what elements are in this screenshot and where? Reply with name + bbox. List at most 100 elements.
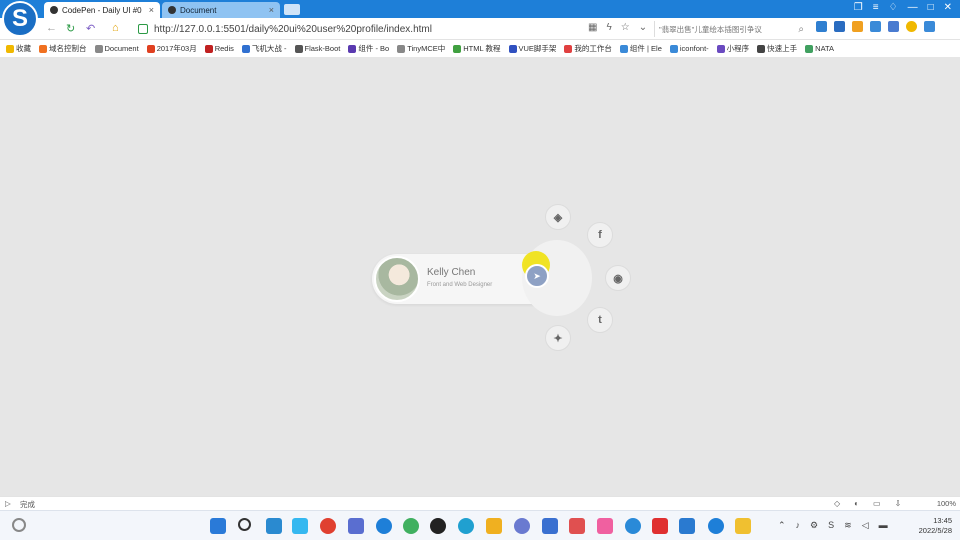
menu-icon[interactable]: ≡ — [873, 2, 879, 13]
download-icon[interactable]: ⇩ — [895, 499, 902, 508]
qq-icon[interactable] — [430, 518, 446, 534]
app-icon[interactable] — [569, 518, 585, 534]
app-icon[interactable] — [625, 518, 641, 534]
bookmark-item[interactable]: 组件 - Bo — [348, 43, 389, 54]
status-text: 完成 — [20, 500, 35, 509]
scissors-icon[interactable] — [834, 21, 845, 32]
browser-logo-icon[interactable]: S — [2, 1, 38, 37]
star-icon[interactable]: ☆ — [621, 22, 630, 33]
tab-bar: S CodePen - Daily UI #0 × Document × ❐ ≡… — [0, 0, 960, 37]
share-toggle-button[interactable]: ➤ — [525, 264, 549, 288]
ime-icon[interactable]: S — [828, 520, 834, 531]
codepen-link[interactable]: ◈ — [545, 204, 571, 230]
profile-name: Kelly Chen — [427, 267, 476, 278]
twitter-link[interactable]: ✦ — [545, 325, 571, 351]
media-icon[interactable] — [292, 518, 308, 534]
app-icon[interactable] — [486, 518, 502, 534]
status-bar: ▷ 完成 ◇ ◐ ▭ ⇩ 100% — [0, 496, 960, 510]
tumblr-link[interactable]: t — [587, 307, 613, 333]
sogou-browser-icon[interactable] — [376, 518, 392, 534]
bookmark-item[interactable]: iconfont- — [669, 44, 709, 53]
secure-icon — [138, 24, 148, 34]
bookmark-item[interactable]: Document — [94, 44, 139, 53]
weather-icon[interactable] — [12, 518, 26, 532]
lightning-icon[interactable]: ϟ — [606, 22, 611, 33]
bookmark-item[interactable]: VUE脚手架 — [508, 43, 556, 54]
chevron-down-icon[interactable]: ⌄ — [639, 22, 647, 33]
app-icon[interactable] — [514, 518, 530, 534]
wechat-icon[interactable] — [403, 518, 419, 534]
maximize-icon[interactable]: □ — [928, 2, 934, 13]
bookmark-item[interactable]: 我的工作台 — [564, 43, 612, 54]
start-icon[interactable] — [210, 518, 226, 534]
restore-icon[interactable]: ❐ — [854, 2, 863, 13]
back-icon[interactable]: ← — [46, 22, 57, 34]
battery-icon[interactable]: ▬ — [879, 520, 888, 531]
clock-time: 13:45 — [933, 516, 952, 525]
login-icon[interactable] — [816, 21, 827, 32]
gear-icon[interactable]: ⚙ — [810, 520, 818, 531]
app-icon[interactable] — [348, 518, 364, 534]
wps-icon[interactable] — [652, 518, 668, 534]
refresh-icon[interactable]: ↻ — [66, 22, 75, 35]
github-icon: ◉ — [613, 272, 623, 285]
bookmark-item[interactable]: NATA — [805, 44, 834, 53]
bookmark-item[interactable]: 2017年03月 — [146, 43, 197, 54]
shield-icon[interactable]: ◇ — [834, 499, 840, 508]
search-icon[interactable]: ⌕ — [798, 24, 804, 35]
tab-document[interactable]: Document × — [162, 2, 280, 18]
bookmark-item[interactable]: 域名控制台 — [39, 43, 87, 54]
sogou-browser-icon[interactable] — [708, 518, 724, 534]
microphone-icon[interactable]: ♪ — [796, 520, 801, 531]
minimize-icon[interactable]: — — [908, 2, 918, 13]
clock[interactable]: 13:45 2022/5/28 — [919, 516, 952, 536]
volume-icon[interactable]: ◁ — [862, 520, 869, 531]
emoji-icon[interactable] — [906, 21, 917, 32]
close-icon[interactable]: × — [269, 5, 274, 15]
url-actions: ▦ ϟ ☆ ⌄ — [588, 22, 647, 33]
bookmark-item[interactable]: HTML 教程 — [453, 43, 501, 54]
avatar — [374, 256, 420, 302]
bookmark-item[interactable]: 组件 | Ele — [619, 43, 662, 54]
new-tab-button[interactable] — [284, 4, 300, 15]
key-icon[interactable] — [852, 21, 863, 32]
print-icon[interactable]: ▭ — [873, 499, 881, 508]
taskbar: ⌃ ♪ ⚙ S ≋ ◁ ▬ 13:45 2022/5/28 — [0, 510, 960, 540]
search-icon[interactable] — [238, 518, 251, 531]
wifi-icon[interactable]: ≋ — [844, 520, 852, 531]
bookmark-item[interactable]: 小程序 — [716, 43, 749, 54]
toolbar-extensions — [816, 21, 935, 32]
window-close-icon[interactable]: ✕ — [944, 2, 952, 13]
chrome-icon[interactable] — [320, 518, 336, 534]
app-icon[interactable] — [597, 518, 613, 534]
facebook-link[interactable]: f — [587, 222, 613, 248]
folder-icon[interactable] — [735, 518, 751, 534]
image-icon[interactable] — [888, 21, 899, 32]
github-link[interactable]: ◉ — [605, 265, 631, 291]
download-icon[interactable] — [924, 21, 935, 32]
bookmark-item[interactable]: 快速上手 — [757, 43, 797, 54]
app-icon[interactable] — [542, 518, 558, 534]
search-box[interactable]: "翡翠出售"儿童绘本插图引争议 ⌕ — [654, 21, 804, 37]
chevron-up-icon[interactable]: ⌃ — [778, 520, 786, 531]
search-text: "翡翠出售"儿童绘本插图引争议 — [659, 24, 762, 34]
grid-icon[interactable]: ▦ — [588, 22, 597, 33]
bookmark-item[interactable]: Flask-Boot — [294, 44, 340, 53]
undo-icon[interactable]: ↶ — [86, 22, 95, 35]
shirt-icon[interactable]: ♢ — [889, 2, 898, 13]
sidebar-toggle-icon[interactable]: ▷ — [5, 499, 11, 508]
bookmark-item[interactable]: 收藏 — [6, 43, 31, 54]
home-icon[interactable]: ⌂ — [112, 22, 119, 34]
close-icon[interactable]: × — [149, 5, 154, 15]
edge-icon[interactable] — [458, 518, 474, 534]
extension-icon[interactable] — [870, 21, 881, 32]
tab-codepen[interactable]: CodePen - Daily UI #0 × — [44, 2, 160, 18]
sound-icon[interactable]: ◐ — [854, 499, 859, 508]
bookmark-item[interactable]: TinyMCE中 — [397, 43, 445, 54]
task-view-icon[interactable] — [266, 518, 282, 534]
bookmark-item[interactable]: Redis — [204, 44, 234, 53]
url-field[interactable]: http://127.0.0.1:5501/daily%20ui%20user%… — [138, 21, 578, 37]
bookmark-item[interactable]: 飞机大战 - — [241, 43, 287, 54]
zoom-level[interactable]: 100% — [937, 499, 956, 508]
vscode-icon[interactable] — [679, 518, 695, 534]
